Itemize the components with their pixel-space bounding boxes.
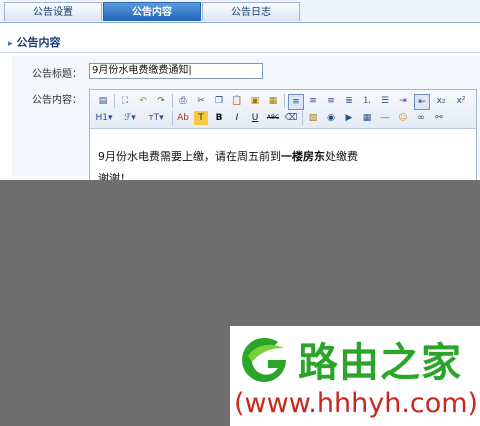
align-justify-icon[interactable]: ≣: [342, 94, 356, 108]
section-title-text: 公告内容: [16, 36, 61, 49]
rich-text-editor[interactable]: ▤ ⛶ ↶ ↷ ⎙ ✂ ❐ 📋 ▣ ▦ ≡ ≡ ≡ ≣ ⒈ ☰ ⇥ ⇤ x₂ x…: [89, 89, 477, 191]
unlink-icon[interactable]: ⚯: [432, 111, 446, 125]
copy-icon[interactable]: ❐: [212, 94, 226, 108]
strikethrough-button[interactable]: ABC: [266, 111, 280, 125]
eraser-icon[interactable]: ⌫: [284, 111, 298, 125]
tab-announcement-content[interactable]: 公告内容: [103, 2, 201, 21]
print-icon[interactable]: ⎙: [176, 94, 190, 108]
image-icon[interactable]: ▨: [306, 111, 320, 125]
heading-select[interactable]: H1▾: [94, 111, 114, 125]
subscript-button[interactable]: x₂: [434, 94, 448, 108]
source-icon[interactable]: ▤: [96, 94, 110, 108]
tab-bar: 公告设置 公告内容 公告日志: [0, 0, 480, 23]
watermark-logo-icon: [242, 337, 286, 382]
content-text-pre: 9月份水电费需要上缴，请在周五前到: [98, 150, 281, 163]
fullscreen-icon[interactable]: ⛶: [118, 94, 132, 108]
align-center-icon[interactable]: ≡: [306, 94, 320, 108]
emoticon-icon[interactable]: ☺: [396, 111, 410, 125]
toolbar-separator: [172, 94, 173, 108]
outdent-icon[interactable]: ⇤: [414, 94, 430, 110]
bold-button[interactable]: B: [212, 111, 226, 125]
horizontal-rule-icon[interactable]: ―: [378, 111, 392, 125]
unordered-list-icon[interactable]: ☰: [378, 94, 392, 108]
paste-text-icon[interactable]: ▣: [248, 94, 262, 108]
align-right-icon[interactable]: ≡: [324, 94, 338, 108]
watermark-brand-text: 路由之家: [298, 340, 462, 386]
paste-icon[interactable]: 📋: [230, 94, 244, 108]
heading-label: H1: [95, 113, 108, 123]
redo-icon[interactable]: ↷: [154, 94, 168, 108]
tab-announcement-settings[interactable]: 公告设置: [4, 2, 102, 21]
ordered-list-icon[interactable]: ⒈: [360, 94, 374, 108]
paste-word-icon[interactable]: ▦: [266, 94, 280, 108]
flash-icon[interactable]: ◉: [324, 111, 338, 125]
cut-icon[interactable]: ✂: [194, 94, 208, 108]
bg-color-button[interactable]: T: [194, 111, 208, 125]
table-icon[interactable]: ▦: [360, 111, 374, 125]
align-left-icon[interactable]: ≡: [288, 94, 304, 110]
underline-button[interactable]: U: [248, 111, 262, 125]
italic-button[interactable]: I: [230, 111, 244, 125]
indent-icon[interactable]: ⇥: [396, 94, 410, 108]
toolbar-separator: [284, 94, 285, 108]
text-color-button[interactable]: Ab: [176, 111, 190, 125]
editor-content-line-1: 9月份水电费需要上缴，请在周五前到一楼房东处缴费: [98, 148, 358, 164]
content-text-bold: 一楼房东: [281, 150, 325, 163]
undo-icon[interactable]: ↶: [136, 94, 150, 108]
font-family-select[interactable]: ℱ▾: [120, 111, 140, 125]
title-input[interactable]: 9月份水电费缴费通知|: [89, 63, 263, 79]
title-label: 公告标题：: [32, 69, 82, 80]
content-label: 公告内容：: [32, 95, 82, 106]
content-text-post: 处缴费: [325, 150, 358, 163]
size-label: тT: [148, 113, 160, 123]
font-size-select[interactable]: тT▾: [146, 111, 166, 125]
toolbar-separator: [114, 94, 115, 108]
section-divider: [0, 52, 480, 53]
arrow-right-icon: ▸: [8, 39, 13, 49]
tab-announcement-log[interactable]: 公告日志: [202, 2, 300, 21]
superscript-button[interactable]: x²: [454, 94, 468, 108]
toolbar-separator: [302, 111, 303, 125]
link-icon[interactable]: ∞: [414, 111, 428, 125]
toolbar-separator: [172, 111, 173, 125]
watermark-url: (www.hhhyh.com): [234, 388, 479, 419]
media-icon[interactable]: ▶: [342, 111, 356, 125]
editor-toolbar: ▤ ⛶ ↶ ↷ ⎙ ✂ ❐ 📋 ▣ ▦ ≡ ≡ ≡ ≣ ⒈ ☰ ⇥ ⇤ x₂ x…: [90, 90, 476, 129]
section-title: ▸ 公告内容: [8, 34, 61, 50]
font-label: ℱ: [124, 113, 132, 123]
